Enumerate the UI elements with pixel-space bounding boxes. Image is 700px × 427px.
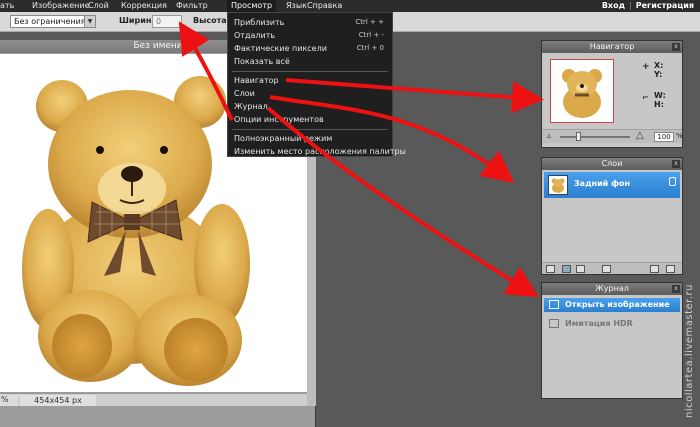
width-input[interactable]: 0 xyxy=(152,15,182,28)
history-item-label: Имитация HDR xyxy=(565,319,633,328)
zoom-readout: % xyxy=(0,395,18,406)
menu-item-adjustments[interactable]: Коррекция xyxy=(121,1,167,10)
x-label: X: xyxy=(654,61,664,70)
account-links: Вход | Регистрация xyxy=(602,1,694,10)
layer-style-icon[interactable] xyxy=(546,265,555,273)
layer-row[interactable]: Задний фон xyxy=(544,172,680,198)
zoom-slider-handle[interactable] xyxy=(576,132,581,141)
zoom-out-icon[interactable]: ▵ xyxy=(547,131,551,140)
height-label: Высота: xyxy=(193,16,230,25)
menu-show-all[interactable]: Показать всё xyxy=(234,57,290,66)
new-folder-icon[interactable] xyxy=(602,265,611,273)
crosshair-icon: + xyxy=(642,62,650,72)
w-label: W: xyxy=(654,91,666,100)
menu-tool-options[interactable]: Опции инструментов xyxy=(234,115,324,124)
close-icon[interactable]: x xyxy=(672,43,680,51)
y-label: Y: xyxy=(654,70,663,79)
menu-item-filter[interactable]: Фильтр xyxy=(176,1,208,10)
shortcut-actual-pixels: Ctrl + 0 xyxy=(356,44,384,52)
h-label: H: xyxy=(654,100,664,109)
menu-item-edit[interactable]: ать xyxy=(0,1,14,10)
menu-zoom-out[interactable]: Отдалить xyxy=(234,31,275,40)
navigator-title: Навигатор xyxy=(542,41,682,53)
history-item-label: Открыть изображение xyxy=(565,300,670,309)
layer-thumbnail xyxy=(548,175,568,195)
menu-item-language[interactable]: Язык xyxy=(286,1,307,10)
constraint-select-value: Без ограничения xyxy=(14,17,86,26)
teddy-thumbnail-image xyxy=(562,69,602,118)
layers-panel: Слои x Задний фон xyxy=(541,157,683,275)
lock-icon[interactable] xyxy=(669,177,676,186)
menu-divider xyxy=(232,129,388,130)
close-icon[interactable]: x xyxy=(672,285,680,293)
shortcut-zoom-out: Ctrl + - xyxy=(358,31,384,39)
history-item[interactable]: Имитация HDR xyxy=(544,317,680,331)
zoom-in-icon[interactable]: △ xyxy=(636,130,644,141)
close-icon[interactable]: x xyxy=(672,160,680,168)
menu-zoom-in[interactable]: Приблизить xyxy=(234,18,284,27)
layer-name: Задний фон xyxy=(574,179,631,188)
history-step-icon xyxy=(549,319,559,328)
menu-item-layer[interactable]: Слой xyxy=(88,1,109,10)
register-link[interactable]: Регистрация xyxy=(636,1,694,10)
frame-size-icon: ⌐ xyxy=(642,93,649,102)
layer-settings-icon[interactable] xyxy=(562,265,571,273)
watermark-text: nicollartea.livemaster.ru xyxy=(684,283,695,418)
layer-mask-icon[interactable] xyxy=(576,265,585,273)
navigator-panel: Навигатор x + X: Y: ⌐ W: H: ▵ △ 100 % xyxy=(541,40,683,148)
layers-title: Слои xyxy=(542,158,682,170)
zoom-input[interactable]: 100 xyxy=(654,132,674,142)
account-separator: | xyxy=(629,1,632,10)
menu-item-image[interactable]: Изображение xyxy=(32,1,90,10)
menu-bar: ать Изображение Слой Коррекция Фильтр Пр… xyxy=(0,0,700,12)
history-item[interactable]: Открыть изображение xyxy=(544,298,680,312)
menu-layers[interactable]: Слои xyxy=(234,89,255,98)
menu-history[interactable]: Журнал xyxy=(234,102,268,111)
menu-item-view[interactable]: Просмотр xyxy=(227,0,277,12)
constraint-select[interactable]: Без ограничения ▼ xyxy=(10,15,96,28)
menu-change-palette-location[interactable]: Изменить место расположения палитры xyxy=(234,147,406,156)
shortcut-zoom-in: Ctrl + + xyxy=(355,18,384,26)
image-dimensions: 454x454 px xyxy=(20,395,96,406)
new-layer-icon[interactable] xyxy=(650,265,659,273)
chevron-down-icon[interactable]: ▼ xyxy=(84,16,95,27)
trash-icon[interactable] xyxy=(666,265,675,273)
menu-navigator[interactable]: Навигатор xyxy=(234,76,279,85)
history-step-icon xyxy=(549,300,559,309)
document-status-bar: % 454x454 px xyxy=(0,393,307,406)
navigator-zoom-bar: ▵ △ 100 % xyxy=(542,129,683,143)
menu-divider xyxy=(232,71,388,72)
zoom-slider-track[interactable] xyxy=(560,136,630,138)
history-panel: Журнал x Открыть изображение Имитация HD… xyxy=(541,282,683,399)
menu-item-help[interactable]: Справка xyxy=(307,1,342,10)
layer-thumbnail-image xyxy=(551,178,565,193)
menu-actual-pixels[interactable]: Фактические пиксели xyxy=(234,44,327,53)
login-link[interactable]: Вход xyxy=(602,1,625,10)
navigator-thumbnail[interactable] xyxy=(550,59,614,123)
history-title: Журнал xyxy=(542,283,682,295)
view-menu-dropdown: Приблизить Ctrl + + Отдалить Ctrl + - Фа… xyxy=(227,12,406,157)
zoom-unit: % xyxy=(676,132,683,140)
layers-footer xyxy=(542,262,682,274)
menu-fullscreen[interactable]: Полноэкранный режим xyxy=(234,134,332,143)
